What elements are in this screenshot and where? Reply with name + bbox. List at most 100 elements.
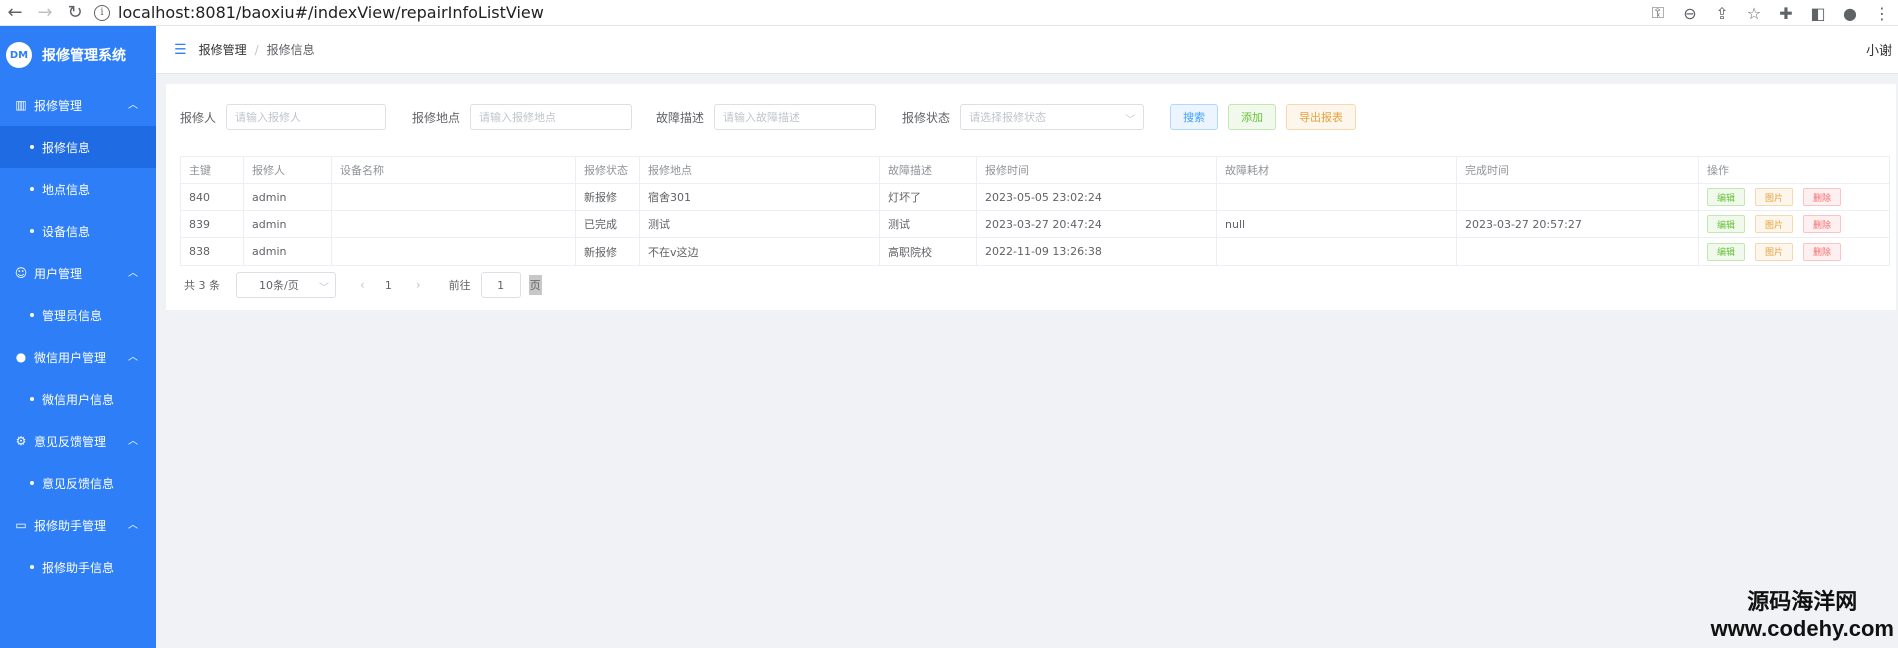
cell-status: 已完成 <box>576 211 640 237</box>
page-number[interactable]: 1 <box>385 279 392 292</box>
menu-group-feedback[interactable]: ⚙ 意见反馈管理 ︿ <box>0 420 156 462</box>
export-button[interactable]: 导出报表 <box>1286 104 1357 130</box>
extensions-icon[interactable]: ✚ <box>1770 0 1802 26</box>
location-placeholder: 请输入报修地点 <box>479 111 557 124</box>
sidebar-item-repair-info[interactable]: 报修信息 <box>0 126 156 168</box>
address-bar[interactable]: i localhost:8081/baoxiu#/indexView/repai… <box>94 1 544 25</box>
cell-report-time: 2023-03-27 20:47:24 <box>977 211 1217 237</box>
breadcrumb-current: 报修信息 <box>266 43 315 57</box>
edit-button[interactable]: 编辑 <box>1707 188 1745 206</box>
menu-group-assistant[interactable]: ▭ 报修助手管理 ︿ <box>0 504 156 546</box>
header-reporter[interactable]: 报修人 <box>244 157 332 183</box>
status-select[interactable]: 请选择报修状态 ﹀ <box>960 104 1145 130</box>
reload-icon[interactable]: ↻ <box>60 0 90 26</box>
dot-icon <box>30 565 34 569</box>
main-panel: 报修人 请输入报修人 报修地点 请输入报修地点 故障描述 请输入故障描述 报修状… <box>166 84 1896 310</box>
header-status[interactable]: 报修状态 <box>576 157 640 183</box>
header-fault[interactable]: 故障描述 <box>880 157 977 183</box>
sidebar: DM 报修管理系统 ▥ 报修管理 ︿ 报修信息 地点信息 设备信息 ☺ 用户管理… <box>0 26 156 648</box>
zoom-icon[interactable]: ⊖ <box>1674 0 1706 26</box>
cell-location: 测试 <box>640 211 880 237</box>
app-title: 报修管理系统 <box>42 48 126 64</box>
cell-reporter: admin <box>244 238 332 265</box>
menu-icon[interactable]: ⋮ <box>1866 0 1898 26</box>
sidepanel-icon[interactable]: ◧ <box>1802 0 1834 26</box>
cell-device <box>332 184 576 210</box>
sidebar-item-feedback-info[interactable]: 意见反馈信息 <box>0 462 156 504</box>
sidebar-item-admin-info[interactable]: 管理员信息 <box>0 294 156 336</box>
image-button[interactable]: 图片 <box>1755 242 1793 261</box>
star-icon[interactable]: ☆ <box>1738 0 1770 26</box>
edit-button[interactable]: 编辑 <box>1707 242 1745 261</box>
gear-icon: ⚙ <box>15 434 27 448</box>
header-id[interactable]: 主键 <box>181 157 244 183</box>
menu-group-label: 微信用户管理 <box>34 350 107 365</box>
url-text[interactable]: localhost:8081/baoxiu#/indexView/repairI… <box>118 3 544 22</box>
user-name[interactable]: 小谢 <box>1866 40 1892 59</box>
key-icon[interactable]: ⚿ <box>1642 0 1674 26</box>
prev-page-icon[interactable]: ‹ <box>360 278 365 292</box>
header-location[interactable]: 报修地点 <box>640 157 880 183</box>
forward-icon[interactable]: → <box>30 0 60 26</box>
delete-button[interactable]: 删除 <box>1803 242 1841 261</box>
sidebar-item-label: 报修助手信息 <box>42 560 115 575</box>
cell-material <box>1217 238 1457 265</box>
watermark-en: www.codehy.com <box>1710 616 1894 641</box>
image-button[interactable]: 图片 <box>1755 215 1793 233</box>
cell-location: 宿舍301 <box>640 184 880 210</box>
goto-label: 前往 <box>448 279 471 292</box>
sidebar-item-label: 意见反馈信息 <box>42 476 115 491</box>
chevron-down-icon: ﹀ <box>1125 115 1136 126</box>
breadcrumb-separator: / <box>254 42 259 57</box>
header-material[interactable]: 故障耗材 <box>1217 157 1457 183</box>
reporter-input[interactable]: 请输入报修人 <box>226 104 387 130</box>
cell-reporter: admin <box>244 211 332 237</box>
sidebar-item-assistant-info[interactable]: 报修助手信息 <box>0 546 156 588</box>
header-device[interactable]: 设备名称 <box>332 157 576 183</box>
cell-location: 不在v这边 <box>640 238 880 265</box>
share-icon[interactable]: ⇪ <box>1706 0 1738 26</box>
browser-tools: ⚿ ⊖ ⇪ ☆ ✚ ◧ ● ⋮ <box>1642 0 1898 26</box>
user-icon: ☺ <box>14 266 28 280</box>
next-page-icon[interactable]: › <box>416 278 421 292</box>
menu-group-wechat-user[interactable]: ● 微信用户管理 ︿ <box>0 336 156 378</box>
sidebar-item-location-info[interactable]: 地点信息 <box>0 168 156 210</box>
chevron-up-icon: ︿ <box>128 436 138 447</box>
sidebar-item-label: 微信用户信息 <box>42 392 115 407</box>
add-button[interactable]: 添加 <box>1228 104 1277 130</box>
header-finish-time[interactable]: 完成时间 <box>1457 157 1699 183</box>
cell-finish-time <box>1457 238 1699 265</box>
watermark-cn: 源码海洋网 <box>1747 590 1858 615</box>
info-icon[interactable]: i <box>94 4 110 21</box>
location-input[interactable]: 请输入报修地点 <box>470 104 633 130</box>
sidebar-item-device-info[interactable]: 设备信息 <box>0 210 156 252</box>
table-row: 838 admin 新报修 不在v这边 高职院校 2022-11-09 13:2… <box>181 238 1889 265</box>
cell-finish-time: 2023-03-27 20:57:27 <box>1457 211 1699 237</box>
fault-input[interactable]: 请输入故障描述 <box>714 104 877 130</box>
back-icon[interactable]: ← <box>0 0 30 26</box>
header-report-time[interactable]: 报修时间 <box>977 157 1217 183</box>
cell-id: 839 <box>181 211 244 237</box>
cell-status: 新报修 <box>576 238 640 265</box>
edit-button[interactable]: 编辑 <box>1707 215 1745 233</box>
hamburger-icon[interactable]: ☰ <box>174 42 187 58</box>
chart-icon: ▥ <box>15 98 27 112</box>
search-button[interactable]: 搜索 <box>1170 104 1219 130</box>
dot-icon <box>30 145 34 149</box>
reporter-label: 报修人 <box>180 110 217 125</box>
dot-icon <box>30 397 34 401</box>
box-icon: ▭ <box>15 518 27 532</box>
profile-icon[interactable]: ● <box>1834 0 1866 26</box>
delete-button[interactable]: 删除 <box>1803 188 1841 206</box>
image-button[interactable]: 图片 <box>1755 188 1793 206</box>
user-filled-icon: ● <box>15 350 27 364</box>
chevron-up-icon: ︿ <box>128 520 138 531</box>
menu-group-repair[interactable]: ▥ 报修管理 ︿ <box>0 84 156 126</box>
breadcrumb-repair-management[interactable]: 报修管理 <box>199 41 247 58</box>
page-size-select[interactable]: 10条/页 ﹀ <box>236 272 336 298</box>
sidebar-item-wechat-user-info[interactable]: 微信用户信息 <box>0 378 156 420</box>
goto-page-input[interactable]: 1 <box>480 272 521 298</box>
menu-group-user[interactable]: ☺ 用户管理 ︿ <box>0 252 156 294</box>
dot-icon <box>30 313 34 317</box>
delete-button[interactable]: 删除 <box>1803 215 1841 233</box>
